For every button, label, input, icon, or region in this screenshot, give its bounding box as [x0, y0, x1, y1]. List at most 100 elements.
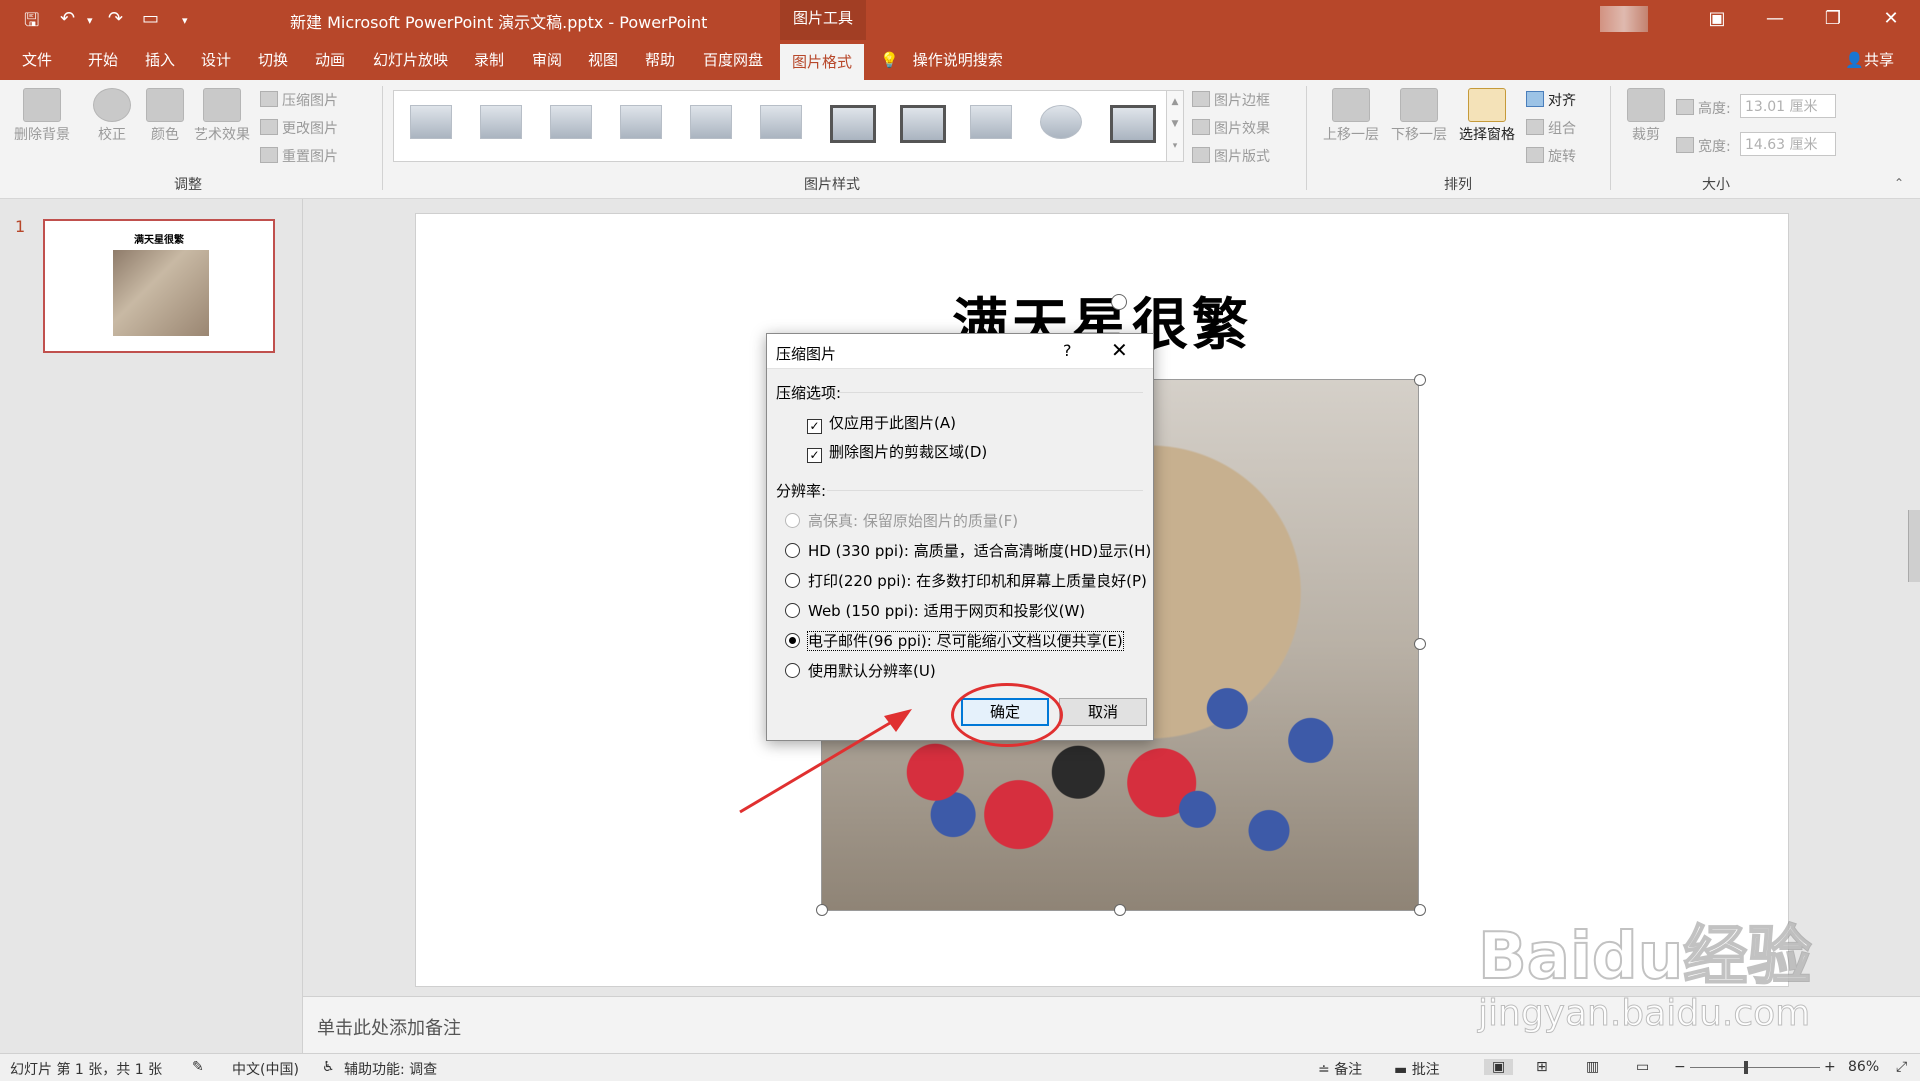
- group-button[interactable]: 组合: [1526, 118, 1576, 138]
- undo-dropdown-icon[interactable]: ▾: [87, 14, 93, 27]
- account-avatar[interactable]: [1600, 6, 1648, 32]
- apply-only-checkbox[interactable]: ✓ 仅应用于此图片(A): [807, 412, 956, 434]
- side-panel-grip[interactable]: [1908, 510, 1920, 582]
- slideshow-view-icon[interactable]: ▭: [1636, 1059, 1649, 1075]
- color-button[interactable]: 颜色: [140, 88, 190, 144]
- crop-icon: [1627, 88, 1665, 122]
- artistic-effects-icon: [203, 88, 241, 122]
- selection-pane-button[interactable]: 选择窗格: [1454, 88, 1520, 144]
- style-thumbnail[interactable]: [830, 105, 876, 143]
- zoom-in-button[interactable]: +: [1824, 1059, 1836, 1075]
- resize-handle[interactable]: [816, 904, 828, 916]
- send-backward-button[interactable]: 下移一层: [1386, 88, 1452, 144]
- tab-help[interactable]: 帮助: [645, 40, 675, 80]
- tab-picture-format[interactable]: 图片格式: [780, 44, 865, 80]
- slide-sorter-icon[interactable]: ⊞: [1536, 1059, 1548, 1075]
- width-field[interactable]: 14.63 厘米: [1740, 132, 1836, 156]
- rotation-handle[interactable]: [1111, 294, 1127, 310]
- tab-design[interactable]: 设计: [201, 40, 231, 80]
- reset-picture-button[interactable]: 重置图片: [260, 146, 338, 166]
- tab-file[interactable]: 文件: [22, 40, 52, 80]
- restore-button[interactable]: ❐: [1804, 0, 1862, 40]
- zoom-out-button[interactable]: −: [1674, 1059, 1686, 1075]
- corrections-button[interactable]: 校正: [86, 88, 138, 144]
- compress-pictures-button[interactable]: 压缩图片: [260, 90, 338, 110]
- height-field[interactable]: 13.01 厘米: [1740, 94, 1836, 118]
- tab-animations[interactable]: 动画: [315, 40, 345, 80]
- accessibility-icon[interactable]: ♿: [322, 1059, 335, 1075]
- language-indicator[interactable]: 中文(中国): [232, 1059, 299, 1079]
- default-resolution-radio[interactable]: 使用默认分辨率(U): [785, 660, 936, 681]
- style-thumbnail[interactable]: [1110, 105, 1156, 143]
- reading-view-icon[interactable]: ▥: [1586, 1059, 1599, 1075]
- help-icon[interactable]: ?: [1063, 341, 1072, 360]
- picture-styles-gallery[interactable]: [393, 90, 1167, 162]
- change-picture-button[interactable]: 更改图片: [260, 118, 338, 138]
- redo-icon[interactable]: ↷: [108, 8, 123, 29]
- style-thumbnail[interactable]: [970, 105, 1012, 139]
- tab-insert[interactable]: 插入: [145, 40, 175, 80]
- zoom-slider[interactable]: [1690, 1067, 1820, 1068]
- accessibility-status[interactable]: 辅助功能: 调查: [344, 1059, 437, 1079]
- style-thumbnail[interactable]: [480, 105, 522, 139]
- ribbon-display-options-icon[interactable]: ▣: [1688, 0, 1746, 40]
- zoom-level[interactable]: 86%: [1848, 1059, 1879, 1075]
- style-thumbnail[interactable]: [620, 105, 662, 139]
- picture-effects-button[interactable]: 图片效果: [1192, 118, 1270, 138]
- bring-forward-button[interactable]: 上移一层: [1318, 88, 1384, 144]
- picture-border-button[interactable]: 图片边框: [1192, 90, 1270, 110]
- close-button[interactable]: ✕: [1862, 0, 1920, 40]
- remove-background-button[interactable]: 删除背景: [10, 88, 74, 144]
- tab-record[interactable]: 录制: [474, 40, 504, 80]
- picture-layout-button[interactable]: 图片版式: [1192, 146, 1270, 166]
- tab-home[interactable]: 开始: [88, 40, 118, 80]
- rotate-button[interactable]: 旋转: [1526, 146, 1576, 166]
- resize-handle[interactable]: [1414, 904, 1426, 916]
- tab-baidu-netdisk[interactable]: 百度网盘: [703, 40, 763, 80]
- dialog-title: 压缩图片: [776, 345, 837, 363]
- present-icon[interactable]: ▭: [142, 8, 159, 29]
- email-96-radio[interactable]: 电子邮件(96 ppi): 尽可能缩小文档以便共享(E): [785, 630, 1124, 651]
- document-title: 新建 Microsoft PowerPoint 演示文稿.pptx - Powe…: [290, 13, 708, 32]
- pencil-icon: [1192, 91, 1210, 107]
- style-thumbnail[interactable]: [410, 105, 452, 139]
- tab-review[interactable]: 审阅: [532, 40, 562, 80]
- align-button[interactable]: 对齐: [1526, 90, 1576, 110]
- slide-thumbnail[interactable]: 满天星很繁: [43, 219, 275, 353]
- style-thumbnail[interactable]: [690, 105, 732, 139]
- style-thumbnail[interactable]: [550, 105, 592, 139]
- share-button[interactable]: 👤共享: [1845, 40, 1894, 80]
- undo-icon[interactable]: ↶: [60, 8, 75, 29]
- spellcheck-icon[interactable]: ✎: [192, 1059, 204, 1075]
- gallery-scroll-buttons[interactable]: ▲ ▼ ▾: [1166, 90, 1184, 162]
- high-fidelity-radio[interactable]: 高保真: 保留原始图片的质量(F): [785, 510, 1018, 531]
- style-thumbnail[interactable]: [760, 105, 802, 139]
- zoom-slider-thumb[interactable]: [1744, 1061, 1748, 1074]
- cancel-button[interactable]: 取消: [1059, 698, 1147, 726]
- resize-handle[interactable]: [1414, 374, 1426, 386]
- style-thumbnail[interactable]: [1040, 105, 1082, 139]
- tab-view[interactable]: 视图: [588, 40, 618, 80]
- customize-qat-icon[interactable]: ▾: [182, 14, 188, 27]
- resize-handle[interactable]: [1114, 904, 1126, 916]
- crop-button[interactable]: 裁剪: [1622, 88, 1670, 144]
- close-icon[interactable]: ✕: [1111, 338, 1128, 362]
- web-150-radio[interactable]: Web (150 ppi): 适用于网页和投影仪(W): [785, 600, 1085, 621]
- resize-handle[interactable]: [1414, 638, 1426, 650]
- tell-me-search[interactable]: 💡 操作说明搜索: [880, 40, 1003, 80]
- style-thumbnail[interactable]: [900, 105, 946, 143]
- tab-transitions[interactable]: 切换: [258, 40, 288, 80]
- hd-330-radio[interactable]: HD (330 ppi): 高质量，适合高清晰度(HD)显示(H): [785, 540, 1151, 561]
- print-220-radio[interactable]: 打印(220 ppi): 在多数打印机和屏幕上质量良好(P): [785, 570, 1147, 591]
- comments-toggle[interactable]: ▬ 批注: [1394, 1059, 1440, 1079]
- artistic-effects-button[interactable]: 艺术效果: [190, 88, 254, 144]
- delete-cropped-checkbox[interactable]: ✓ 删除图片的剪裁区域(D): [807, 441, 987, 463]
- notes-toggle[interactable]: ≐ 备注: [1318, 1059, 1362, 1079]
- save-icon[interactable]: 🖫: [24, 8, 39, 38]
- normal-view-icon[interactable]: ▣: [1484, 1059, 1514, 1075]
- collapse-ribbon-icon[interactable]: ⌃: [1894, 176, 1904, 190]
- fit-to-window-icon[interactable]: ⤢: [1896, 1059, 1907, 1075]
- tab-slideshow[interactable]: 幻灯片放映: [373, 40, 448, 80]
- arrange-group-label: 排列: [1444, 177, 1472, 193]
- minimize-button[interactable]: —: [1746, 0, 1804, 40]
